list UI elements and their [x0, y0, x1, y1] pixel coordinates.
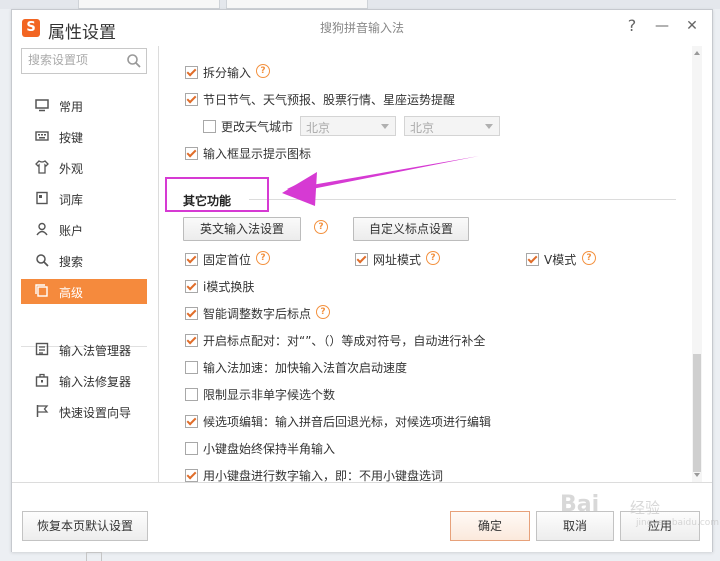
ime-acceleration-checkbox[interactable] [185, 361, 198, 374]
help-icon[interactable]: ? [256, 251, 270, 265]
sidebar-item-label: 输入法修复器 [59, 375, 132, 389]
advanced-icon [35, 284, 48, 297]
v-mode-checkbox[interactable] [526, 253, 539, 266]
option-label: 智能调整数字后标点 [203, 307, 312, 321]
baidu-watermark: Bai 经验 jingyan.baidu.com [560, 484, 719, 534]
option-label: 限制显示非单字候选个数 [203, 388, 336, 402]
sidebar-item-label: 高级 [59, 286, 84, 300]
fixed-first-position-checkbox[interactable] [185, 253, 198, 266]
option-label: i模式换肤 [203, 280, 255, 294]
search-input[interactable] [22, 49, 124, 71]
sidebar-item-ime-manager[interactable]: 输入法管理器 [21, 337, 147, 362]
scroll-down-icon[interactable] [692, 470, 702, 480]
option-label: 开启标点配对：对“”、（）等成对符号，自动进行补全 [203, 334, 486, 348]
limit-candidates-checkbox[interactable] [185, 388, 198, 401]
toolbox-icon [35, 373, 49, 387]
option-label: 网址模式 [373, 253, 422, 267]
help-button[interactable]: ? [622, 16, 642, 36]
option-label: 固定首位 [203, 253, 252, 267]
numpad-half-width-checkbox[interactable] [185, 442, 198, 455]
search-icon[interactable] [126, 53, 142, 69]
sidebar-item-keys[interactable]: 按键 [21, 124, 147, 149]
title-bar: S 属性设置 搜狗拼音输入法 ? — ✕ [12, 10, 712, 46]
app-name: 搜狗拼音输入法 [319, 21, 404, 35]
sidebar-item-label: 常用 [59, 100, 84, 114]
sidebar-item-ime-repair[interactable]: 输入法修复器 [21, 368, 147, 393]
punct-pairing-checkbox[interactable] [185, 334, 198, 347]
minimize-button[interactable]: — [652, 16, 672, 36]
background-window-strip [0, 0, 720, 9]
ok-button[interactable]: 确定 [450, 511, 530, 541]
settings-window: S 属性设置 搜狗拼音输入法 ? — ✕ 常用 按键 外观 词库 [11, 9, 713, 552]
sidebar-item-label: 搜索 [59, 255, 84, 269]
sidebar-item-label: 按键 [59, 131, 84, 145]
search-icon [36, 254, 49, 267]
help-icon[interactable]: ? [582, 251, 596, 265]
url-mode-checkbox[interactable] [355, 253, 368, 266]
user-icon [36, 222, 48, 236]
scrollbar-thumb[interactable] [693, 354, 701, 472]
sidebar-item-dictionary[interactable]: 词库 [21, 186, 147, 211]
settings-search [21, 48, 147, 74]
manager-icon [35, 342, 49, 356]
sidebar-item-advanced[interactable]: 高级 [21, 279, 147, 304]
watermark-brand: Bai [560, 492, 600, 517]
help-icon[interactable]: ? [314, 220, 328, 234]
flag-icon [36, 405, 49, 417]
sidebar-item-label: 外观 [59, 162, 84, 176]
sidebar-item-label: 快速设置向导 [59, 406, 132, 420]
watermark-brand-cn: 经验 [630, 499, 661, 517]
shirt-icon [35, 160, 49, 174]
sidebar: 常用 按键 外观 词库 账户 搜索 高级 输入法管理器 [12, 46, 159, 482]
i-mode-skin-checkbox[interactable] [185, 280, 198, 293]
option-label: V模式 [544, 253, 577, 267]
keyboard-icon [35, 131, 49, 141]
book-icon [36, 191, 48, 205]
sidebar-item-search[interactable]: 搜索 [21, 248, 147, 273]
sidebar-item-label: 词库 [59, 193, 84, 207]
watermark-url: jingyan.baidu.com [636, 518, 720, 528]
vertical-scrollbar[interactable] [692, 46, 702, 482]
sidebar-item-label: 输入法管理器 [59, 344, 132, 358]
monitor-icon [35, 99, 49, 112]
sidebar-item-common[interactable]: 常用 [21, 93, 147, 118]
sidebar-item-appearance[interactable]: 外观 [21, 155, 147, 180]
option-label: 输入法加速：加快输入法首次启动速度 [203, 361, 408, 375]
option-label: 候选项编辑：输入拼音后回退光标，对候选项进行编辑 [203, 415, 492, 429]
close-button[interactable]: ✕ [682, 16, 702, 36]
custom-punctuation-button[interactable]: 自定义标点设置 [353, 217, 469, 241]
help-icon[interactable]: ? [426, 251, 440, 265]
advanced-settings-panel: 拆分输入 ? 节日节气、天气预报、股票行情、星座运势提醒 更改天气城市 北京 北… [159, 46, 691, 482]
scroll-up-icon[interactable] [692, 48, 702, 58]
background-tab [78, 0, 220, 9]
candidate-edit-checkbox[interactable] [185, 415, 198, 428]
help-icon[interactable]: ? [316, 305, 330, 319]
option-label: 用小键盘进行数字输入，即：不用小键盘选词 [203, 469, 444, 482]
sidebar-item-account[interactable]: 账户 [21, 217, 147, 242]
english-input-settings-button[interactable]: 英文输入法设置 [183, 217, 301, 241]
option-label: 小键盘始终保持半角输入 [203, 442, 336, 456]
annotation-arrow-icon [282, 156, 479, 206]
restore-defaults-button[interactable]: 恢复本页默认设置 [22, 511, 148, 541]
background-tab [226, 0, 368, 9]
numpad-number-input-checkbox[interactable] [185, 469, 198, 482]
sidebar-item-setup-wizard[interactable]: 快速设置向导 [21, 399, 147, 424]
sidebar-item-label: 账户 [59, 224, 84, 238]
smart-number-punct-checkbox[interactable] [185, 307, 198, 320]
